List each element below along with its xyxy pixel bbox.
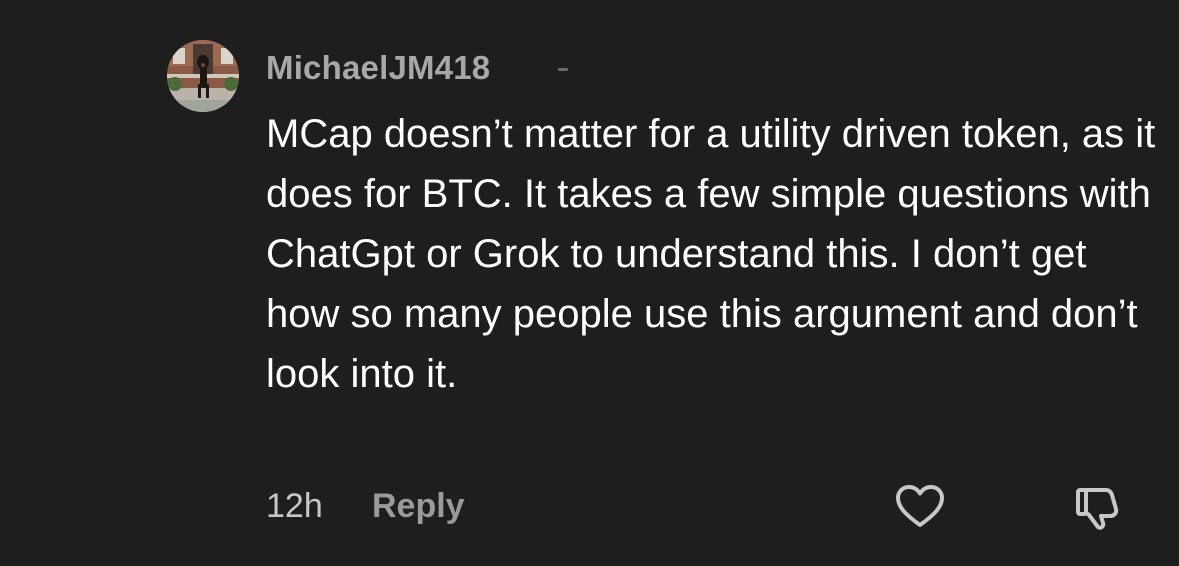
comment-card: MichaelJM418 MCap doesn’t matter for a u…	[0, 0, 1179, 566]
heart-outline-icon	[896, 485, 944, 527]
comment-text: MCap doesn’t matter for a utility driven…	[266, 112, 1156, 396]
avatar-photo	[167, 40, 239, 112]
timestamp: 12h	[266, 487, 323, 525]
dislike-button[interactable]	[1070, 482, 1126, 532]
like-button[interactable]	[892, 482, 948, 532]
comment-footer: 12h Reply	[266, 482, 1146, 532]
thumbs-down-outline-icon	[1076, 488, 1119, 530]
avatar[interactable]	[167, 40, 239, 112]
username[interactable]: MichaelJM418	[266, 48, 490, 88]
username-suffix-mark	[558, 68, 568, 71]
reply-button[interactable]: Reply	[372, 486, 465, 526]
